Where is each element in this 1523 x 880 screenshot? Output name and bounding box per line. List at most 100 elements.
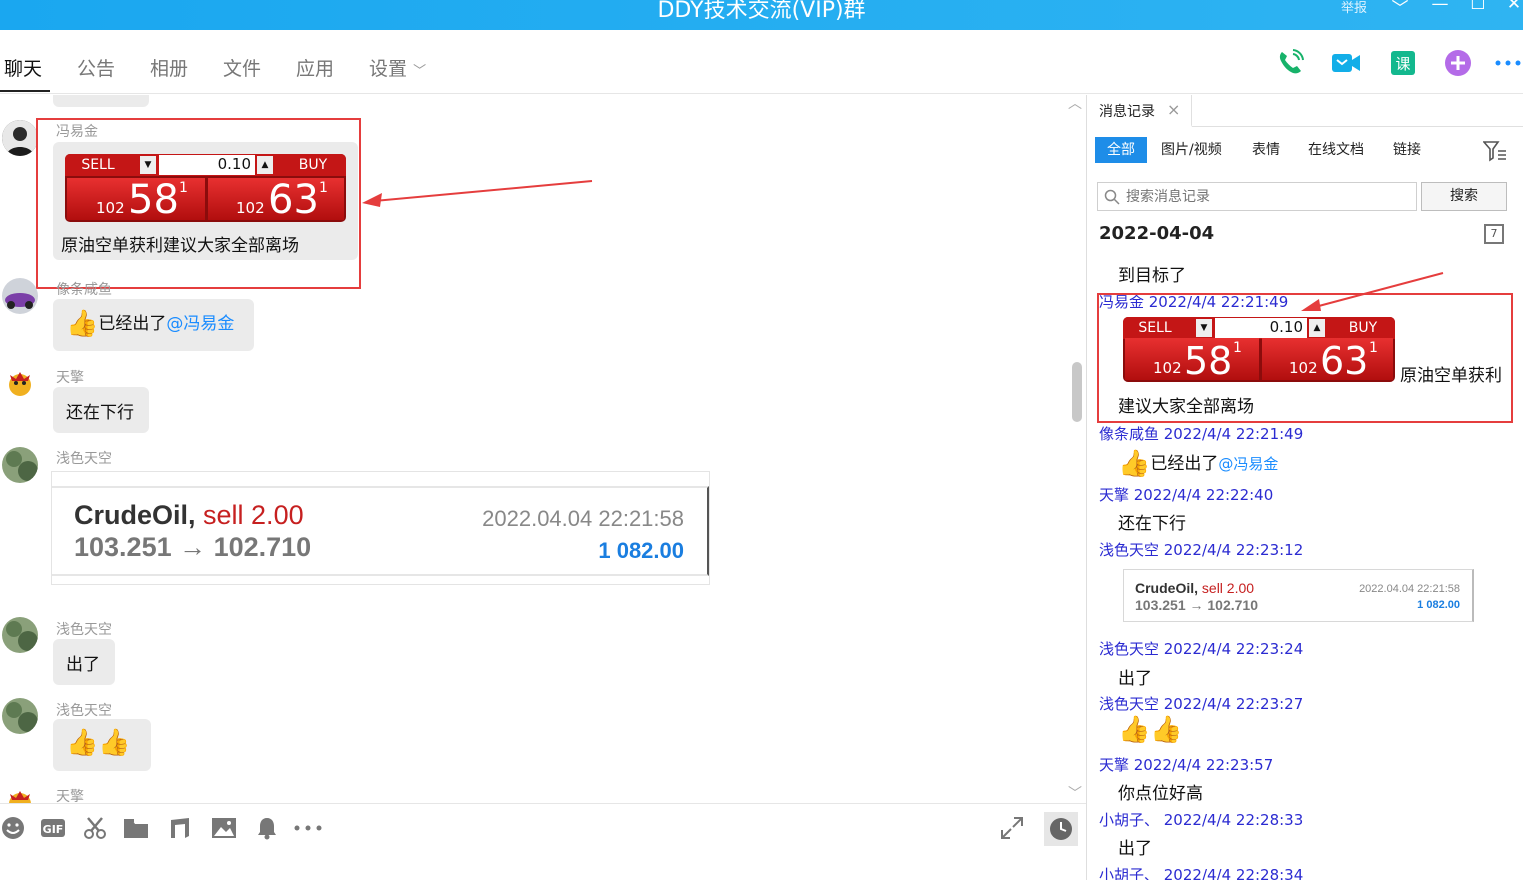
tab-settings-label: 设置 — [369, 58, 408, 80]
sender-name: 天擎 — [56, 789, 84, 803]
sender-name: 浅色天空 — [56, 703, 112, 719]
scissors-icon[interactable] — [82, 816, 108, 842]
filter-emoji[interactable]: 表情 — [1252, 137, 1280, 163]
card-profit: 1 082.00 — [1417, 599, 1460, 611]
svg-text:课: 课 — [1395, 55, 1410, 73]
thumbs-up-icon: 👍 — [98, 728, 131, 758]
annotation-arrow — [1301, 272, 1444, 311]
partial-message-bubble — [53, 95, 149, 107]
avatar[interactable] — [2, 120, 38, 156]
scroll-bottom-icon[interactable]: ﹀ — [1068, 783, 1082, 803]
trade-result-card[interactable]: CrudeOil, sell 2.00 103.251 → 102.710 20… — [1123, 569, 1474, 622]
add-app-icon[interactable] — [1443, 48, 1473, 78]
mention-link[interactable]: @冯易金 — [1218, 455, 1278, 473]
tab-settings[interactable]: 设置 ﹀ — [369, 54, 426, 81]
chat-message-list[interactable]: 冯易金 SELL ▼ 0.10 ▲ BUY 102 58 1 102 63 1 … — [0, 95, 1086, 803]
highlight-box — [36, 118, 361, 289]
history-search-field[interactable] — [1097, 182, 1417, 211]
history-message-text: 到目标了 — [1118, 266, 1186, 286]
message-history-panel: 消息记录 × 全部 图片/视频 表情 在线文档 链接 搜索 2022-04-04… — [1087, 95, 1523, 880]
input-toolbar: GIF — [0, 803, 1086, 880]
tab-files[interactable]: 文件 — [223, 54, 261, 81]
history-message-meta: 像条咸鱼 2022/4/4 22:21:49 — [1099, 425, 1304, 443]
trade-result-card[interactable]: CrudeOil, sell 2.00 103.251 → 102.710 20… — [51, 471, 710, 585]
message-bubble[interactable]: 还在下行 — [53, 387, 149, 433]
history-message-text: 出了 — [1118, 669, 1152, 689]
bell-icon[interactable] — [254, 816, 280, 842]
gif-icon[interactable]: GIF — [40, 816, 66, 842]
close-button[interactable]: ✕ — [1504, 0, 1523, 14]
card-prices: 103.251 → 102.710 — [74, 532, 312, 562]
history-tab-label: 消息记录 — [1099, 104, 1155, 120]
filter-all[interactable]: 全部 — [1095, 137, 1147, 163]
tab-chat[interactable]: 聊天 — [4, 54, 42, 81]
avatar[interactable] — [2, 447, 38, 483]
minimize-button[interactable]: — — [1430, 0, 1450, 14]
more-icon[interactable] — [294, 816, 322, 842]
message-content: 👍👍 — [66, 728, 131, 758]
thumbs-up-icon: 👍 — [66, 728, 99, 758]
search-icon — [1104, 189, 1120, 205]
thumbs-up-icon: 👍 — [1118, 715, 1151, 745]
history-message-content: 👍👍 — [1118, 715, 1183, 745]
image-icon[interactable] — [211, 816, 237, 842]
card-side: sell 2.00 — [1201, 580, 1255, 596]
history-message-text: 还在下行 — [1118, 514, 1186, 534]
clock-icon — [1050, 818, 1072, 840]
search-button[interactable]: 搜索 — [1421, 182, 1507, 211]
message-bubble[interactable]: 👍已经出了@冯易金 — [53, 299, 254, 351]
calendar-icon[interactable]: 7 — [1484, 224, 1504, 244]
tab-apps[interactable]: 应用 — [296, 54, 334, 81]
avatar[interactable] — [2, 617, 38, 653]
avatar[interactable] — [2, 785, 38, 803]
message-content: 👍已经出了@冯易金 — [66, 309, 234, 339]
maximize-button[interactable]: ☐ — [1468, 0, 1488, 14]
music-icon[interactable] — [167, 816, 193, 842]
video-icon[interactable] — [1330, 48, 1360, 78]
sender-name: 天擎 — [56, 370, 84, 386]
filter-online-docs[interactable]: 在线文档 — [1308, 137, 1364, 163]
history-message-meta: 浅色天空 2022/4/4 22:23:24 — [1099, 640, 1304, 658]
card-datetime: 2022.04.04 22:21:58 — [482, 506, 684, 531]
more-icon[interactable] — [1493, 48, 1523, 78]
card-symbol: CrudeOil, sell 2.00 — [74, 500, 304, 530]
history-message-meta: 浅色天空 2022/4/4 22:23:12 — [1099, 541, 1304, 559]
close-icon[interactable]: × — [1167, 100, 1180, 119]
dropdown-icon[interactable]: ﹀ — [1390, 0, 1410, 19]
avatar[interactable] — [2, 278, 38, 314]
card-profit: 1 082.00 — [598, 538, 684, 563]
course-icon[interactable]: 课 — [1388, 48, 1418, 78]
active-tab-indicator — [0, 90, 50, 92]
history-message-text: 出了 — [1118, 839, 1152, 859]
history-date: 2022-04-04 — [1099, 223, 1215, 244]
filter-settings-icon[interactable] — [1482, 140, 1507, 166]
message-bubble[interactable]: 出了 — [53, 639, 115, 685]
chat-scrollbar[interactable] — [1072, 362, 1082, 422]
history-button[interactable] — [1044, 812, 1078, 846]
top-tab-bar: 聊天 公告 相册 文件 应用 设置 ﹀ 课 — [0, 30, 1523, 94]
emoji-icon[interactable] — [0, 816, 26, 842]
message-text: 出了 — [66, 655, 100, 675]
history-message-text: 你点位好高 — [1118, 784, 1203, 804]
window-title: DDY技术交流(VIP)群 — [657, 0, 866, 23]
avatar[interactable] — [2, 366, 38, 402]
history-message-meta: 浅色天空 2022/4/4 22:23:27 — [1099, 695, 1304, 713]
folder-icon[interactable] — [123, 816, 149, 842]
message-text: 还在下行 — [66, 403, 134, 423]
filter-links[interactable]: 链接 — [1393, 137, 1421, 163]
phone-icon[interactable] — [1275, 48, 1305, 78]
message-bubble[interactable]: 👍👍 — [53, 719, 151, 771]
filter-media[interactable]: 图片/视频 — [1161, 137, 1222, 163]
mention-link[interactable]: @冯易金 — [166, 314, 234, 334]
report-button[interactable]: 举报 — [1341, 0, 1367, 16]
tab-announcement[interactable]: 公告 — [77, 54, 115, 81]
history-message-content: 👍已经出了@冯易金 — [1118, 449, 1279, 479]
tab-message-history[interactable]: 消息记录 × — [1087, 95, 1192, 127]
sender-name: 浅色天空 — [56, 622, 112, 638]
thumbs-up-icon: 👍 — [1150, 715, 1183, 745]
history-search-input[interactable] — [1126, 185, 1411, 208]
avatar[interactable] — [2, 698, 38, 734]
tab-album[interactable]: 相册 — [150, 54, 188, 81]
expand-icon[interactable] — [999, 816, 1025, 842]
scroll-top-icon[interactable]: ︿ — [1068, 95, 1082, 113]
